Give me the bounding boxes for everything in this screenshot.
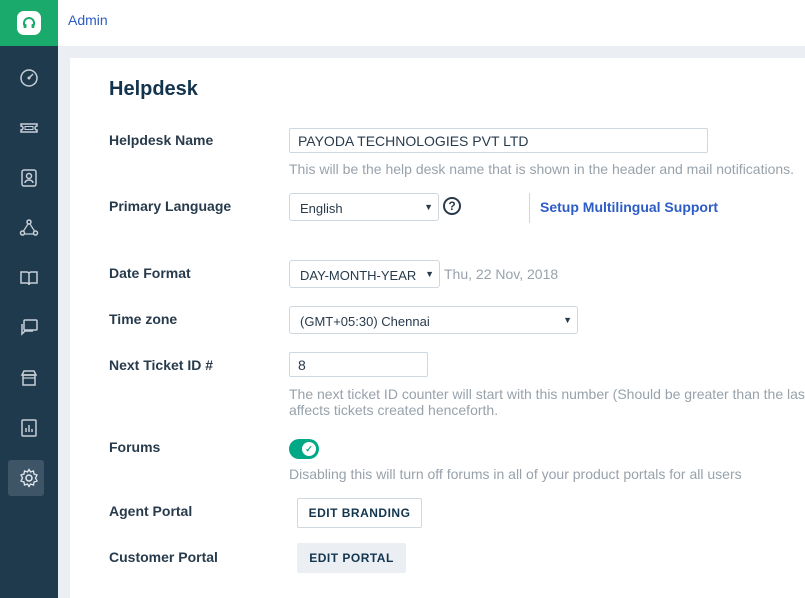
ticket-icon <box>20 123 38 133</box>
page-title: Helpdesk <box>109 78 198 100</box>
sidebar <box>0 0 58 598</box>
social-icon <box>19 219 39 236</box>
customer-portal-label: Customer Portal <box>109 549 218 565</box>
breadcrumb[interactable]: Admin <box>68 12 108 28</box>
next-ticket-hint-line2: affects tickets created henceforth. <box>289 402 499 418</box>
dashboard-icon <box>20 69 38 87</box>
sidebar-item-discussions[interactable] <box>0 310 58 346</box>
sidebar-item-solutions[interactable] <box>0 260 58 296</box>
edit-portal-button[interactable]: EDIT PORTAL <box>297 543 406 573</box>
edit-branding-button[interactable]: EDIT BRANDING <box>297 498 422 528</box>
check-icon: ✓ <box>302 442 316 456</box>
next-ticket-input[interactable]: 8 <box>289 352 428 377</box>
time-zone-label: Time zone <box>109 311 178 327</box>
store-icon <box>20 370 38 386</box>
sidebar-item-contacts[interactable] <box>0 160 58 196</box>
time-zone-select[interactable]: (GMT+05:30) Chennai ▼ <box>289 306 578 334</box>
next-ticket-hint-line1: The next ticket ID counter will start wi… <box>289 386 805 402</box>
top-header: Admin <box>58 0 805 46</box>
agent-portal-label: Agent Portal <box>109 503 193 519</box>
report-icon <box>21 419 37 437</box>
divider <box>529 193 530 223</box>
date-format-value: DAY-MONTH-YEAR <box>300 268 417 283</box>
date-format-label: Date Format <box>109 265 191 281</box>
sidebar-item-admin[interactable] <box>0 460 58 496</box>
sidebar-item-tickets[interactable] <box>0 110 58 146</box>
chevron-down-icon: ▼ <box>424 202 433 212</box>
helpdesk-settings-panel: Helpdesk Helpdesk Name PAYODA TECHNOLOGI… <box>70 58 805 598</box>
primary-language-select[interactable]: English ▼ <box>289 193 439 221</box>
chat-icon <box>21 319 38 336</box>
book-icon <box>20 271 38 286</box>
sidebar-item-reports[interactable] <box>0 410 58 446</box>
sidebar-item-marketplace[interactable] <box>0 360 58 396</box>
helpdesk-name-input[interactable]: PAYODA TECHNOLOGIES PVT LTD <box>289 128 708 153</box>
forums-label: Forums <box>109 439 161 455</box>
helpdesk-name-hint: This will be the help desk name that is … <box>289 161 795 177</box>
time-zone-value: (GMT+05:30) Chennai <box>300 314 430 329</box>
date-format-example: Thu, 22 Nov, 2018 <box>444 266 559 282</box>
contact-icon <box>21 169 37 187</box>
app-logo[interactable] <box>0 0 58 46</box>
forums-hint: Disabling this will turn off forums in a… <box>289 466 742 482</box>
forums-toggle[interactable]: ✓ <box>289 439 319 459</box>
gear-icon <box>20 468 38 488</box>
helpdesk-name-label: Helpdesk Name <box>109 132 214 148</box>
help-icon[interactable]: ? <box>443 197 461 215</box>
sidebar-item-social[interactable] <box>0 210 58 246</box>
sidebar-item-dashboard[interactable] <box>0 60 58 96</box>
setup-multilingual-link[interactable]: Setup Multilingual Support <box>540 199 718 215</box>
next-ticket-label: Next Ticket ID # <box>109 357 214 373</box>
primary-language-value: English <box>300 201 343 216</box>
primary-language-label: Primary Language <box>109 198 232 214</box>
chevron-down-icon: ▼ <box>563 315 572 325</box>
headset-icon <box>17 11 41 35</box>
chevron-down-icon: ▼ <box>425 269 434 279</box>
date-format-select[interactable]: DAY-MONTH-YEAR ▼ <box>289 260 440 288</box>
